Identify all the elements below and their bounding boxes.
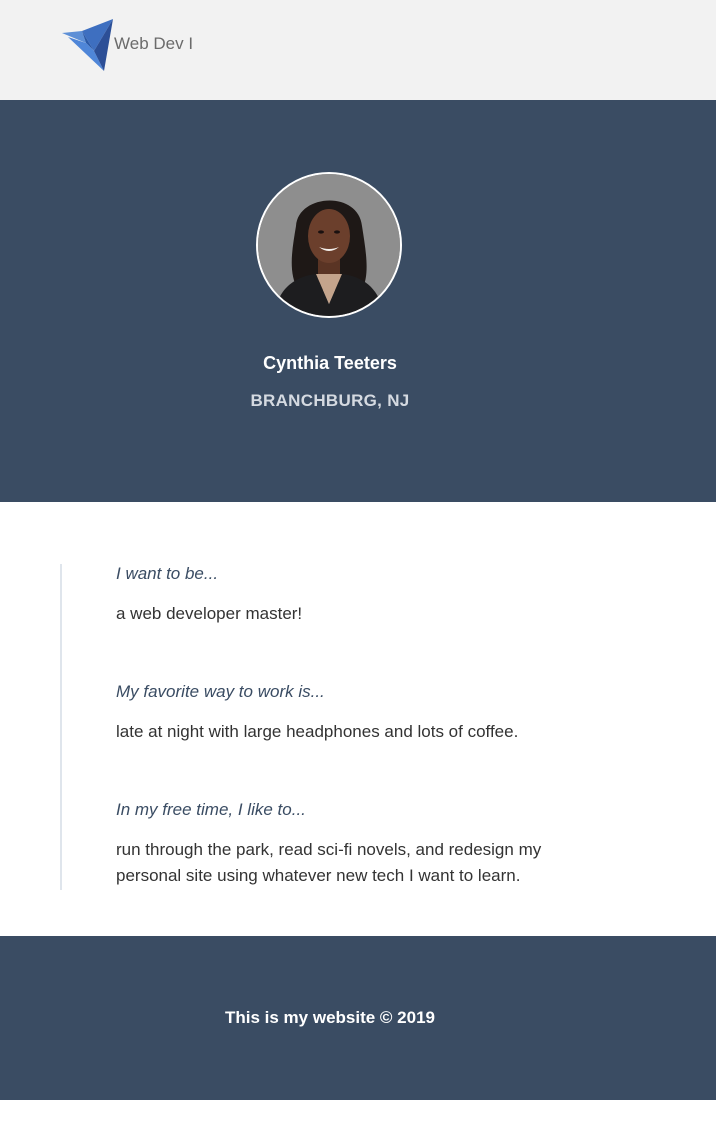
profile-name: Cynthia Teeters (263, 353, 397, 373)
question-3: In my free time, I like to... (116, 800, 306, 819)
site-header: Web Dev I (0, 0, 716, 100)
answer-3: run through the park, read sci-fi novels… (116, 840, 542, 885)
question-1: I want to be... (116, 564, 219, 583)
profile-hero: Cynthia Teeters BRANCHBURG, NJ (0, 100, 716, 502)
site-footer: This is my website © 2019 (0, 936, 716, 1100)
brand-name[interactable]: Web Dev I (114, 34, 193, 54)
footer-copyright: This is my website © 2019 (224, 1008, 435, 1027)
question-2: My favorite way to work is... (116, 682, 325, 701)
answer-1: a web developer master! (116, 604, 303, 623)
answer-2: late at night with large headphones and … (116, 722, 519, 741)
profile-location: BRANCHBURG, NJ (250, 391, 410, 410)
avatar (256, 172, 402, 318)
origami-bird-icon[interactable] (60, 17, 116, 73)
about-section: I want to be... a web developer master! … (60, 564, 622, 890)
